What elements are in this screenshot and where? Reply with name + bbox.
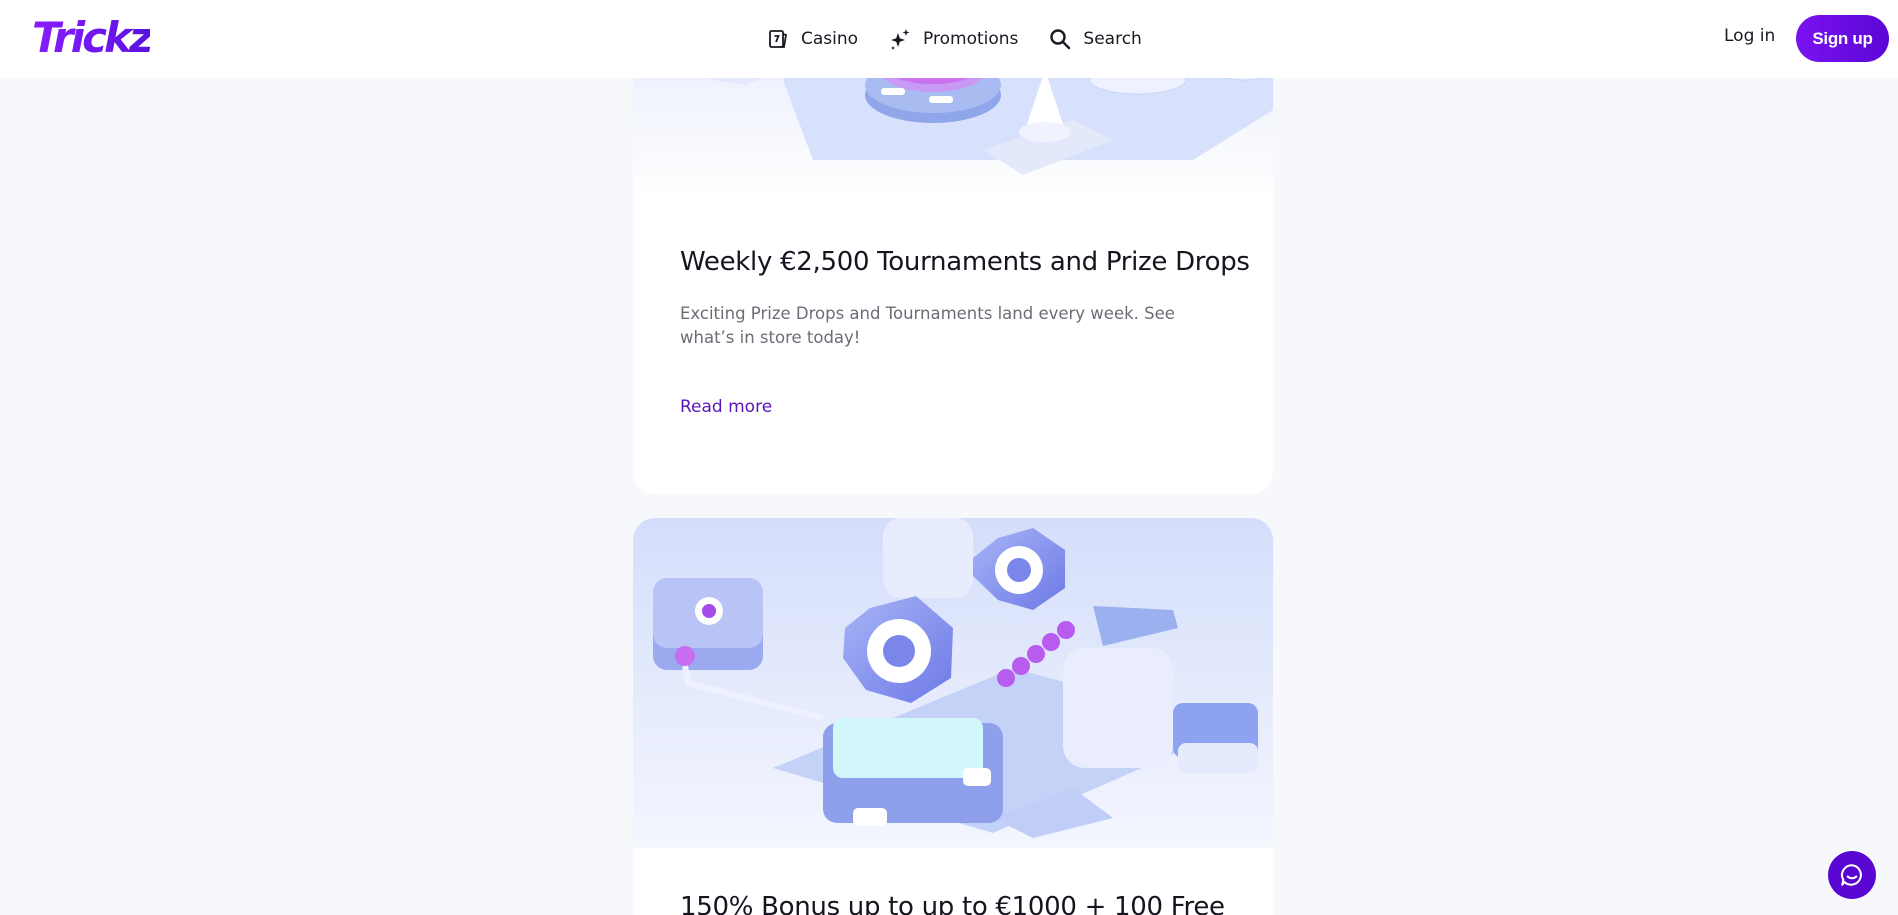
nav-label-promotions: Promotions bbox=[923, 29, 1019, 49]
promotion-card: 150% Bonus up to up to €1000 + 100 Free bbox=[633, 518, 1273, 915]
search-icon bbox=[1050, 29, 1071, 50]
read-more-link[interactable]: Read more bbox=[680, 397, 772, 417]
login-link[interactable]: Log in bbox=[1724, 26, 1775, 46]
promotion-title: 150% Bonus up to up to €1000 + 100 Free bbox=[680, 892, 1225, 915]
sparkle-icon bbox=[891, 29, 910, 50]
nav-item-promotions[interactable]: Promotions bbox=[888, 27, 1018, 51]
promotion-title: Weekly €2,500 Tournaments and Prize Drop… bbox=[680, 247, 1250, 277]
nav-label-casino: Casino bbox=[801, 29, 859, 49]
nav-label-search: Search bbox=[1083, 29, 1142, 49]
chat-button[interactable] bbox=[1828, 851, 1876, 899]
site-header: Trickz Casino Promotions Search Log in S… bbox=[0, 0, 1898, 78]
logo[interactable]: Trickz bbox=[32, 14, 153, 62]
chat-icon bbox=[1841, 864, 1862, 886]
nav-item-search[interactable]: Search bbox=[1048, 27, 1142, 51]
promotion-image-bonus bbox=[633, 518, 1273, 848]
promotion-description: Exciting Prize Drops and Tournaments lan… bbox=[680, 304, 1175, 347]
signup-button[interactable]: Sign up bbox=[1796, 15, 1889, 62]
casino-icon bbox=[769, 30, 788, 48]
nav-item-casino[interactable]: Casino bbox=[766, 27, 858, 51]
main-nav: Casino Promotions Search bbox=[766, 22, 1142, 56]
